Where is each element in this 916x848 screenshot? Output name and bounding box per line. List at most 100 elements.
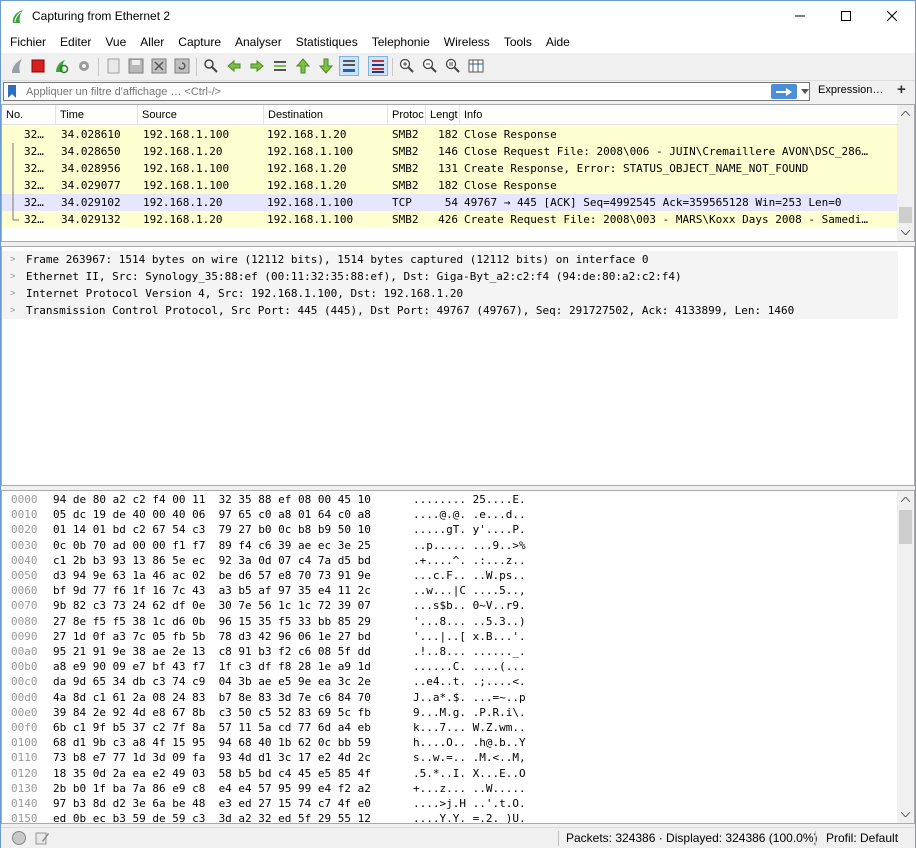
cell-info: Close Response (464, 128, 557, 141)
hex-dump-row[interactable]: 0030 0c 0b 70 ad 00 00 f1 f7 89 f4 c6 39 … (2, 538, 898, 554)
profile-status[interactable]: Profil: Default (826, 831, 898, 845)
packet-row[interactable]: 32… 34.029132 192.168.1.20 192.168.1.100 SMB… (2, 211, 898, 228)
hex-dump-row[interactable]: 0120 18 35 0d 2a ea e2 49 03 58 b5 bd c4 … (2, 766, 898, 782)
hex-dump-row[interactable]: 0020 01 14 01 bd c2 67 54 c3 79 27 b0 0c … (2, 522, 898, 538)
column-header-source[interactable]: Source (138, 105, 264, 125)
hex-dump-row[interactable]: 0040 c1 2b b3 93 13 86 5e ec 92 3a 0d 07 … (2, 553, 898, 569)
column-header-protocol[interactable]: Protoc (388, 105, 426, 125)
hex-dump-row[interactable]: 0100 68 d1 9b c3 a8 4f 15 95 94 68 40 1b … (2, 735, 898, 751)
menu-aller[interactable]: Aller (133, 31, 171, 53)
packet-list-scrollbar[interactable] (897, 105, 914, 241)
display-filter-field[interactable] (3, 82, 810, 101)
expression-button[interactable]: Expression… (818, 84, 883, 96)
hex-dump-row[interactable]: 00a0 95 21 91 9e 38 ae 2e 13 c8 91 b3 f2 … (2, 644, 898, 660)
menu-vue[interactable]: Vue (98, 31, 133, 53)
hex-dump-row[interactable]: 0110 73 b8 e7 77 1d 3d 09 fa 93 4d d1 3c … (2, 750, 898, 766)
hex-offset: 00b0 (11, 660, 38, 674)
zoom-reset-button[interactable] (443, 56, 463, 76)
expand-arrow-icon[interactable]: > (10, 285, 15, 302)
packet-row[interactable]: 32… 34.029102 192.168.1.20 192.168.1.100 TCP… (2, 194, 898, 211)
go-back-button[interactable] (224, 56, 244, 76)
hex-dump-row[interactable]: 00d0 4a 8d c1 61 2a 08 24 83 b7 8e 83 3d … (2, 690, 898, 706)
start-capture-button[interactable] (7, 56, 27, 76)
zoom-out-button[interactable] (420, 56, 440, 76)
ascii-bytes: ......C. ....(... (413, 660, 526, 674)
menu-capture[interactable]: Capture (171, 31, 228, 53)
hex-dump-row[interactable]: 0150 ed 0b ec b3 59 de 59 c3 3d a2 32 ed … (2, 811, 898, 823)
hex-dump-row[interactable]: 0070 9b 82 c3 73 24 62 df 0e 30 7e 56 1c … (2, 598, 898, 614)
close-button[interactable] (869, 1, 915, 31)
scroll-up-arrow[interactable] (897, 105, 914, 122)
menu-aide[interactable]: Aide (539, 31, 577, 53)
scroll-up-arrow[interactable] (897, 491, 914, 508)
cell-info: Create Response, Error: STATUS_OBJECT_NA… (464, 162, 809, 175)
detail-row-ip[interactable]: > Internet Protocol Version 4, Src: 192.… (2, 285, 898, 302)
menu-wireless[interactable]: Wireless (437, 31, 497, 53)
minimize-button[interactable] (777, 1, 823, 31)
apply-filter-button[interactable] (771, 84, 797, 99)
hex-dump-row[interactable]: 00c0 da 9d 65 34 db c3 74 c9 04 3b ae e5 … (2, 674, 898, 690)
menu-fichier[interactable]: Fichier (3, 31, 53, 53)
hex-dump-row[interactable]: 0010 05 dc 19 de 40 00 40 06 97 65 c0 a8 … (2, 507, 898, 523)
detail-row-tcp[interactable]: > Transmission Control Protocol, Src Por… (2, 302, 898, 319)
packet-row[interactable]: 32… 34.028956 192.168.1.100 192.168.1.20 SMB… (2, 160, 898, 177)
hex-dump-row[interactable]: 0050 d3 94 9e 63 1a 46 ac 02 be d6 57 e8 … (2, 568, 898, 584)
capture-options-button[interactable] (74, 56, 94, 76)
menu-telephonie[interactable]: Telephonie (365, 31, 437, 53)
menu-tools[interactable]: Tools (497, 31, 539, 53)
expand-arrow-icon[interactable]: > (10, 302, 15, 319)
maximize-button[interactable] (823, 1, 869, 31)
reload-file-button[interactable] (172, 56, 192, 76)
bookmark-icon[interactable] (5, 84, 19, 99)
auto-scroll-button[interactable] (339, 56, 359, 76)
packet-row[interactable]: 32… 34.028610 192.168.1.100 192.168.1.20 SMB… (2, 126, 898, 143)
expand-arrow-icon[interactable]: > (10, 251, 15, 268)
scroll-down-arrow[interactable] (897, 224, 914, 241)
last-packet-button[interactable] (316, 56, 336, 76)
restart-capture-button[interactable] (51, 56, 71, 76)
add-filter-button[interactable]: + (897, 81, 906, 98)
open-file-button[interactable] (104, 56, 124, 76)
packet-row[interactable]: 32… 34.029077 192.168.1.100 192.168.1.20 SMB… (2, 177, 898, 194)
column-header-time[interactable]: Time (56, 105, 138, 125)
hex-dump-row[interactable]: 0140 97 b3 8d d2 3e 6a be 48 e3 ed 27 15 … (2, 796, 898, 812)
bytes-scrollbar[interactable] (897, 491, 914, 823)
hex-dump-row[interactable]: 0090 27 1d 0f a3 7c 05 fb 5b 78 d3 42 96 … (2, 629, 898, 645)
cell-length: 426 (438, 213, 458, 226)
close-file-button[interactable] (149, 56, 169, 76)
menu-statistiques[interactable]: Statistiques (289, 31, 365, 53)
column-header-info[interactable]: Info (460, 105, 898, 125)
save-file-button[interactable] (126, 56, 146, 76)
hex-dump-row[interactable]: 0130 2b b0 1f ba 7a 86 e9 c8 e4 e4 57 95 … (2, 781, 898, 797)
packet-row[interactable]: 32… 34.028650 192.168.1.20 192.168.1.100 SMB… (2, 143, 898, 160)
go-to-packet-button[interactable] (270, 56, 290, 76)
hex-dump-row[interactable]: 00b0 a8 e9 90 09 e7 bf 43 f7 1f c3 df f8 … (2, 659, 898, 675)
hex-dump-row[interactable]: 0080 27 8e f5 f5 38 1c d6 0b 96 15 35 f5 … (2, 614, 898, 630)
hex-dump-row[interactable]: 00f0 6b c1 9f b5 37 c2 7f 8a 57 11 5a cd … (2, 720, 898, 736)
filter-history-dropdown[interactable] (800, 84, 810, 99)
column-header-destination[interactable]: Destination (264, 105, 388, 125)
menu-analyser[interactable]: Analyser (228, 31, 289, 53)
first-packet-button[interactable] (293, 56, 313, 76)
capture-comment-icon[interactable] (34, 830, 50, 846)
expand-arrow-icon[interactable]: > (10, 268, 15, 285)
detail-row-ethernet[interactable]: > Ethernet II, Src: Synology_35:88:ef (0… (2, 268, 898, 285)
find-packet-button[interactable] (201, 56, 221, 76)
go-forward-button[interactable] (247, 56, 267, 76)
detail-row-frame[interactable]: > Frame 263967: 1514 bytes on wire (1211… (2, 251, 898, 268)
display-filter-input[interactable] (26, 85, 766, 99)
scroll-thumb[interactable] (899, 510, 912, 544)
zoom-in-button[interactable] (397, 56, 417, 76)
resize-columns-button[interactable] (466, 56, 486, 76)
scroll-thumb[interactable] (899, 207, 912, 223)
hex-dump-row[interactable]: 00e0 39 84 2e 92 4d e8 67 8b c3 50 c5 52 … (2, 705, 898, 721)
column-header-length[interactable]: Lengt (426, 105, 460, 125)
menu-editer[interactable]: Editer (53, 31, 98, 53)
stop-capture-button[interactable] (28, 56, 48, 76)
hex-dump-row[interactable]: 0060 bf 9d 77 f6 1f 16 7c 43 a3 b5 af 97 … (2, 583, 898, 599)
colorize-button[interactable] (368, 56, 388, 76)
hex-dump-row[interactable]: 0000 94 de 80 a2 c2 f4 00 11 32 35 88 ef … (2, 492, 898, 508)
expert-info-led-icon[interactable] (12, 831, 26, 845)
scroll-down-arrow[interactable] (897, 806, 914, 823)
column-header-no[interactable]: No. (2, 105, 56, 125)
